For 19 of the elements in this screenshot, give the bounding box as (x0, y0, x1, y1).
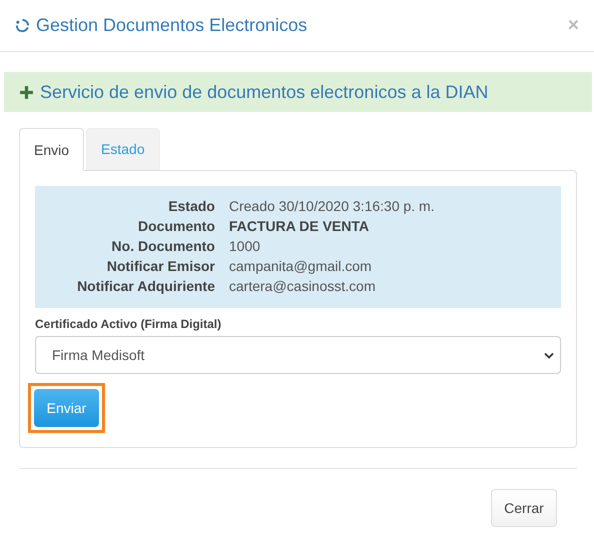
field-label: Notificar Adquiriente (76, 277, 215, 296)
field-value: Creado 30/10/2020 3:16:30 p. m. (229, 197, 434, 216)
field-value: FACTURA DE VENTA (229, 217, 369, 236)
tab[interactable]: Envio (19, 128, 84, 171)
sync-icon (15, 18, 30, 33)
certificate-select[interactable]: Firma Medisoft (35, 336, 561, 374)
close-dialog-button[interactable]: Cerrar (491, 489, 557, 527)
window-title: Gestion Documentos Electronicos (36, 15, 308, 36)
field-label: No. Documento (110, 237, 215, 256)
field-label: Notificar Emisor (106, 257, 215, 276)
plus-icon (19, 84, 34, 100)
field-value: cartera@casinosst.com (229, 277, 376, 296)
banner-text: Servicio de envio de documentos electronicos a la DIAN (40, 82, 488, 102)
certificate-label: Certificado Activo (Firma Digital) (35, 317, 222, 331)
field-value: campanita@gmail.com (229, 257, 372, 276)
field-value: 1000 (229, 237, 260, 256)
field-label: Estado (167, 197, 215, 216)
chevron-icon (544, 352, 554, 358)
field-label: Documento (137, 217, 215, 236)
